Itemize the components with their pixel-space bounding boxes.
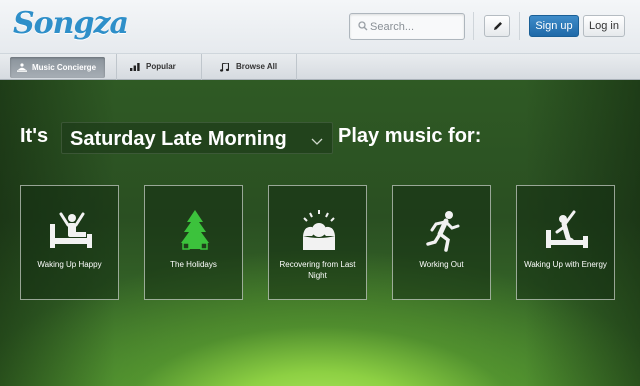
time-of-day-select[interactable]: Saturday Late Morning [61,122,333,154]
tab-music-concierge[interactable]: Music Concierge [10,57,105,78]
concierge-icon [17,63,27,72]
pencil-icon [494,22,502,30]
chevron-down-icon [311,138,323,145]
header-divider [473,12,474,40]
activity-label: Working Out [419,260,464,269]
waking-up-energy-icon [546,210,588,248]
running-person-icon [426,211,460,252]
activity-card-waking-up-happy[interactable]: Waking Up Happy [20,185,119,300]
search-box[interactable] [349,13,465,40]
activity-label: Waking Up Happy [37,260,102,269]
tab-browse-all[interactable]: Browse All [202,54,296,80]
christmas-tree-icon [181,210,209,250]
headache-icon [303,210,335,250]
tab-label: Music Concierge [32,63,97,72]
songza-logo[interactable]: Songza [13,6,129,41]
edit-button[interactable] [484,15,510,37]
search-input[interactable] [370,17,460,37]
sign-up-button[interactable]: Sign up [529,15,579,37]
nav-bar: Music Concierge Popular Browse All [0,54,640,80]
activity-label: The Holidays [170,260,217,269]
tab-label: Browse All [236,62,278,71]
concierge-panel: It's Saturday Late Morning Play music fo… [0,80,640,386]
tab-label: Popular [146,62,176,71]
headline-suffix: Play music for: [338,125,482,147]
log-in-button[interactable]: Log in [583,15,625,37]
music-note-icon [220,63,229,72]
tab-popular[interactable]: Popular [117,54,201,80]
top-header: Songza Sign up Log in [0,0,640,54]
bar-chart-icon [130,63,140,71]
time-of-day-value: Saturday Late Morning [70,128,287,150]
activity-card-the-holidays[interactable]: The Holidays [144,185,243,300]
activity-card-recovering-from-last-night[interactable]: Recovering from Last Night [268,185,367,300]
activity-label: Recovering from Last Night [279,260,356,280]
activity-card-waking-up-with-energy[interactable]: Waking Up with Energy [516,185,615,300]
search-icon [358,21,368,31]
activity-label: Waking Up with Energy [524,260,607,269]
activity-card-working-out[interactable]: Working Out [392,185,491,300]
nav-divider [296,54,297,80]
waking-up-happy-icon [50,212,92,248]
header-divider [519,12,520,40]
headline-prefix: It's [20,125,49,147]
